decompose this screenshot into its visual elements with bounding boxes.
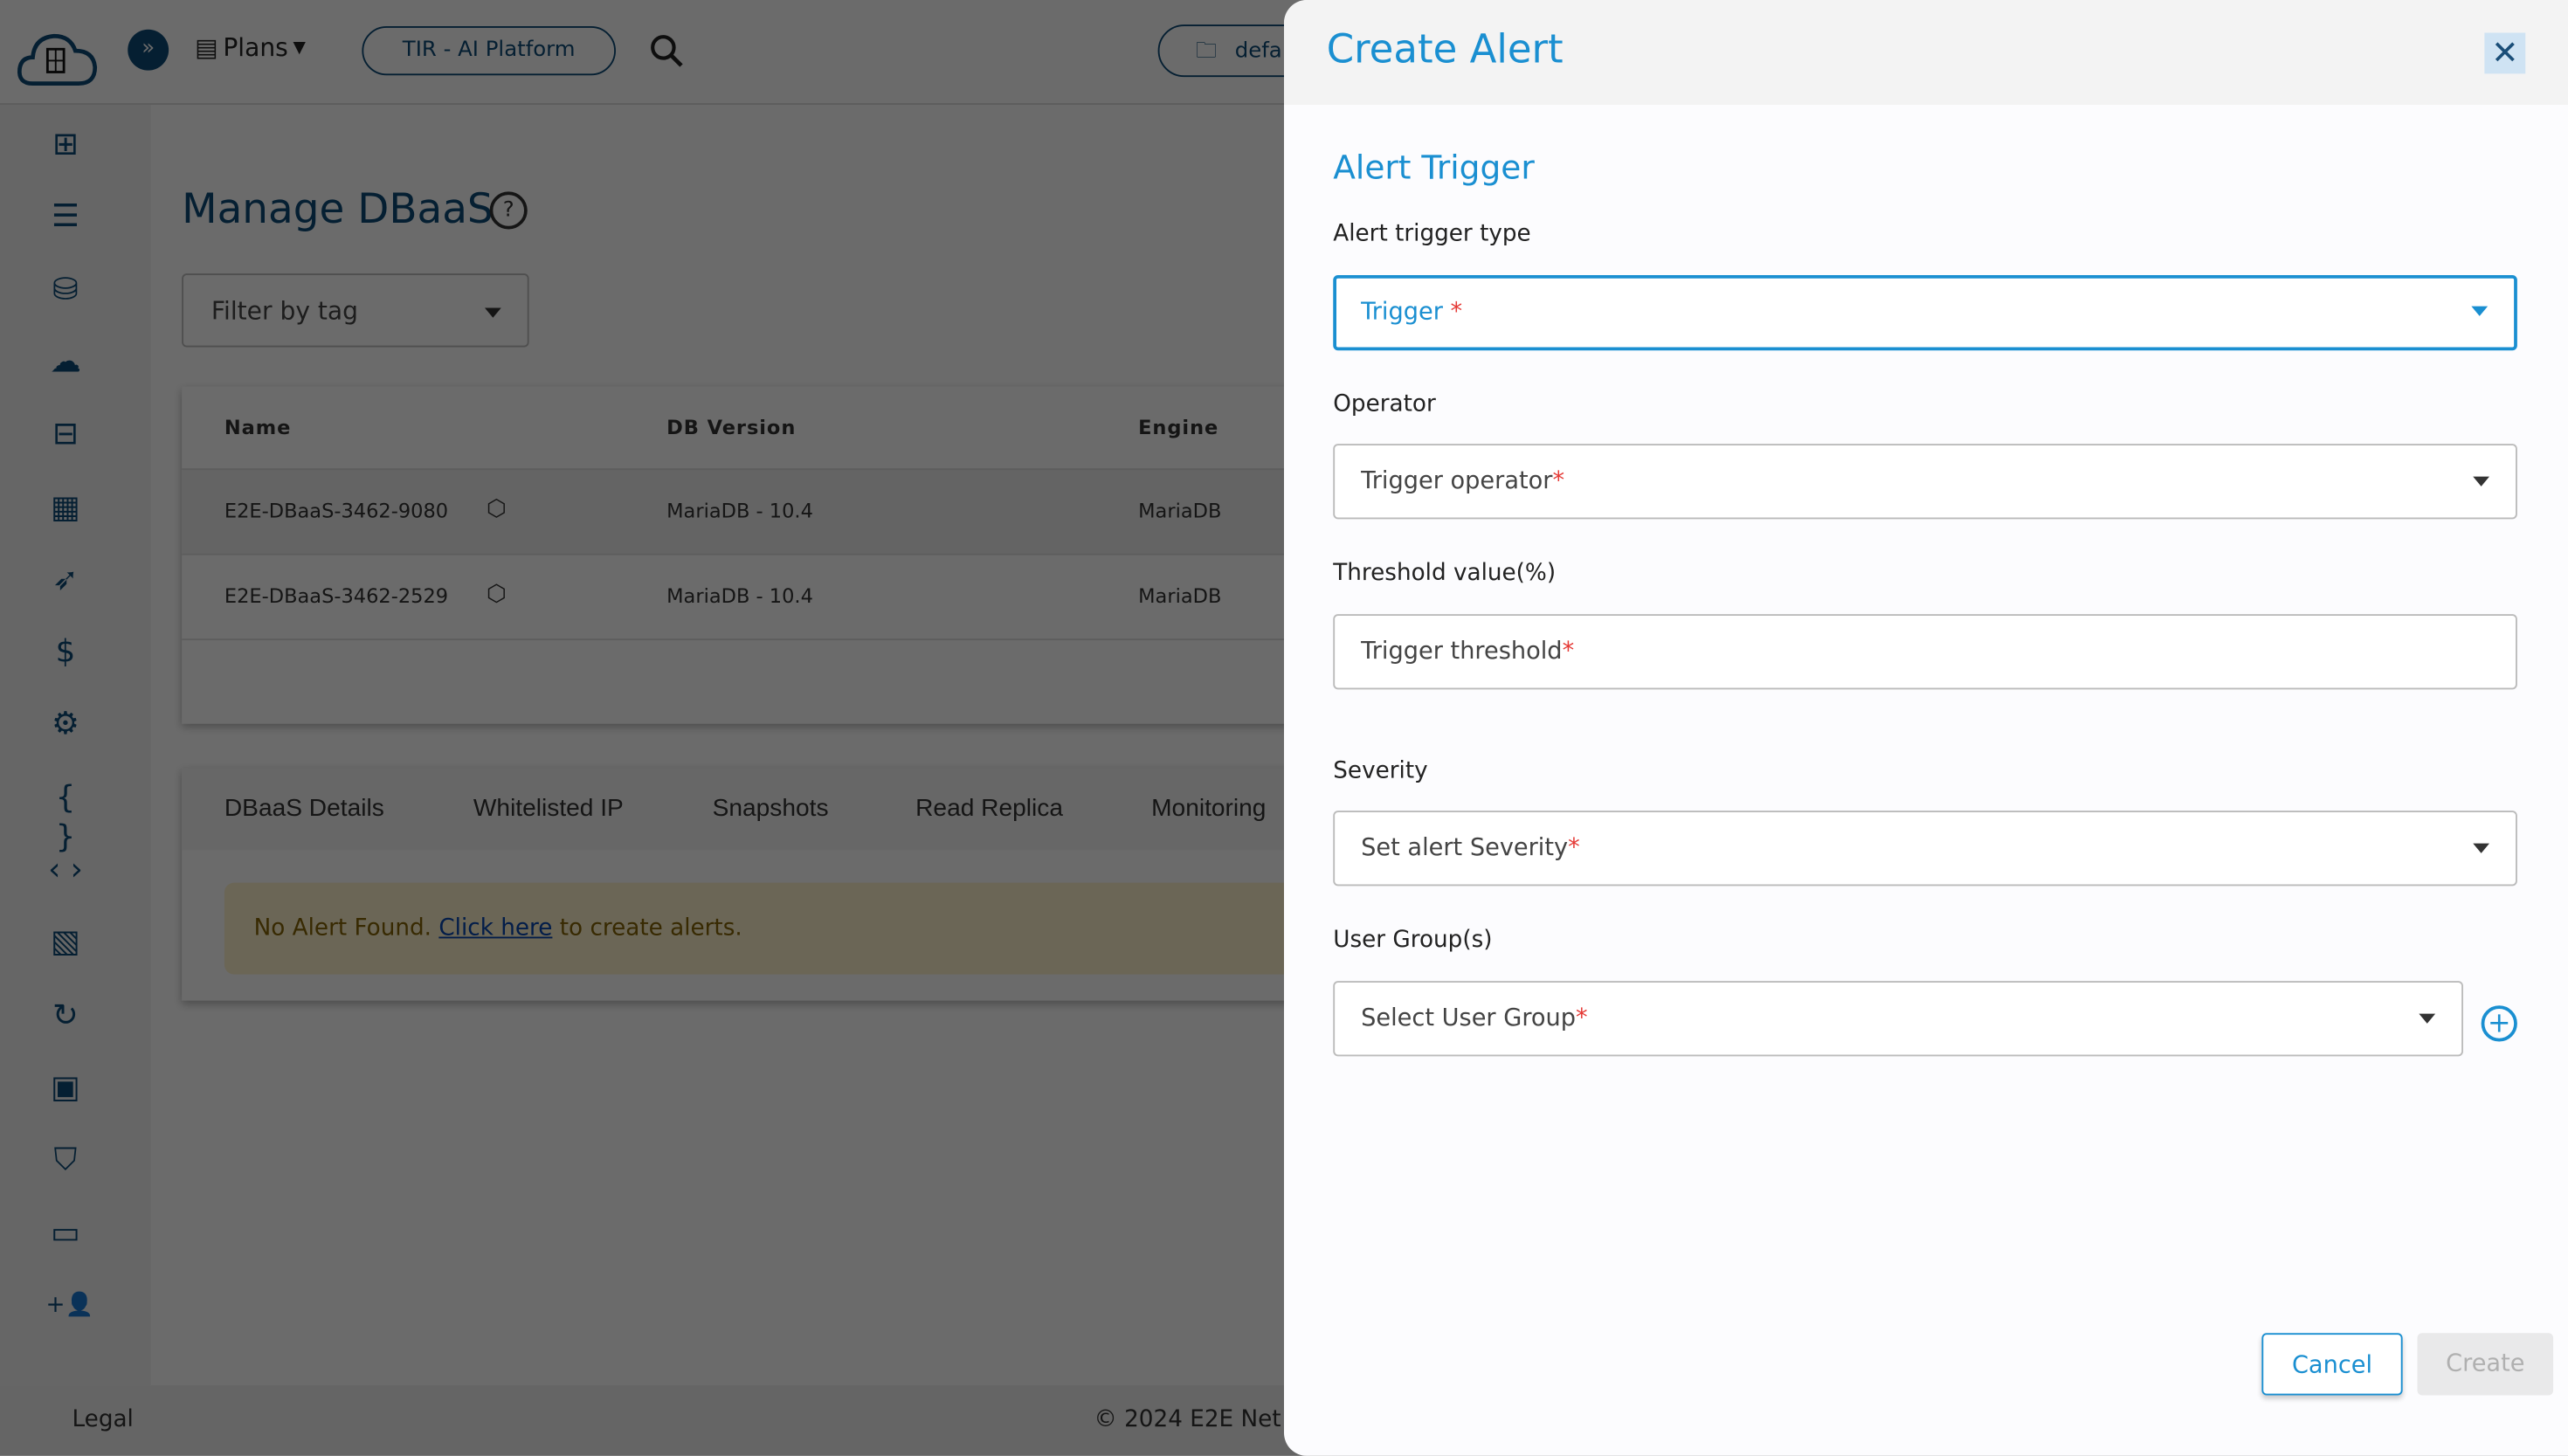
tab-dbaas-details[interactable]: DBaaS Details	[224, 794, 384, 822]
sidebar: ⊞ ☰ ⛁ ☁ ⊟ ▦ ➶ $ ⚙ { } ‹ › ▧ ↻ ▣ ⛉ ▭ +👤	[0, 105, 151, 1386]
create-alert-panel: Create Alert ✕ Alert Trigger Alert trigg…	[1284, 0, 2568, 1456]
image-icon[interactable]: ▣	[46, 1067, 86, 1107]
no-alert-message: No Alert Found. Click here to create ale…	[224, 882, 1371, 975]
tab-monitoring[interactable]: Monitoring	[1151, 794, 1266, 822]
create-button[interactable]: Create	[2417, 1333, 2554, 1396]
code-icon[interactable]: ‹ ›	[46, 850, 86, 889]
database-icon[interactable]: ⛁	[46, 270, 86, 309]
tab-read-replica[interactable]: Read Replica	[915, 794, 1063, 822]
cloud-upload-icon[interactable]: ☁	[46, 342, 86, 382]
add-user-group-icon[interactable]: +	[2481, 1005, 2517, 1042]
close-icon[interactable]: ✕	[2484, 32, 2526, 74]
trigger-type-select[interactable]: Trigger *	[1333, 275, 2517, 351]
rocket-icon[interactable]: ➶	[46, 560, 86, 599]
operator-label: Operator	[1333, 391, 1436, 418]
caret-down-icon	[485, 307, 501, 327]
add-user-icon[interactable]: +👤	[46, 1285, 94, 1324]
search-icon[interactable]	[649, 33, 685, 69]
filter-by-tag-select[interactable]: Filter by tag	[182, 273, 529, 348]
dashboard-icon[interactable]: ⊞	[46, 125, 86, 164]
panel-title: Create Alert	[1326, 26, 1564, 72]
cancel-button[interactable]: Cancel	[2261, 1333, 2403, 1396]
tir-platform-button[interactable]: TIR - AI Platform	[362, 26, 616, 76]
copyright: © 2024 E2E Net	[1094, 1406, 1281, 1433]
table-row[interactable]: E2E-DBaaS-3462-9080 ⬡ MariaDB - 10.4 Mar…	[182, 468, 1362, 555]
e2e-cloud-logo[interactable]	[17, 28, 99, 87]
plans-icon: ▤	[195, 32, 218, 63]
caret-down-icon	[2471, 306, 2489, 325]
user-group-select[interactable]: Select User Group*	[1333, 981, 2463, 1057]
create-alert-link[interactable]: Click here	[438, 915, 552, 942]
threshold-label: Threshold value(%)	[1333, 560, 1557, 587]
document-icon[interactable]: ▧	[46, 922, 86, 962]
user-group-label: User Group(s)	[1333, 927, 1493, 954]
network-icon[interactable]: ⊟	[46, 415, 86, 454]
caret-down-icon	[2473, 843, 2489, 862]
details-tabs: DBaaS Details Whitelisted IP Snapshots R…	[182, 768, 1371, 1001]
help-icon[interactable]: ?	[489, 191, 528, 230]
section-title: Alert Trigger	[1333, 147, 1535, 187]
column-header-engine: Engine	[1138, 416, 1219, 439]
column-header-db-version: DB Version	[666, 416, 797, 439]
plans-menu[interactable]: ▤ Plans ▼	[195, 33, 306, 63]
folder-icon: 🗀	[1195, 39, 1218, 65]
severity-select[interactable]: Set alert Severity*	[1333, 811, 2517, 887]
column-header-name: Name	[224, 416, 292, 439]
page-title: Manage DBaaS	[182, 184, 494, 233]
expand-sidebar-button[interactable]: »	[128, 29, 169, 71]
table-divider	[182, 638, 1362, 641]
chevron-down-icon: ▼	[293, 38, 306, 57]
caret-down-icon	[2473, 476, 2489, 495]
dbaas-table: Name DB Version Engine E2E-DBaaS-3462-90…	[182, 386, 1362, 724]
nodes-icon[interactable]: ☰	[46, 197, 86, 237]
billing-icon[interactable]: $	[46, 632, 86, 672]
legal-link[interactable]: Legal	[72, 1407, 134, 1433]
refresh-icon[interactable]: ↻	[46, 995, 86, 1034]
table-row[interactable]: E2E-DBaaS-3462-2529 ⬡ MariaDB - 10.4 Mar…	[182, 553, 1362, 640]
tab-snapshots[interactable]: Snapshots	[713, 794, 829, 822]
trigger-type-label: Alert trigger type	[1333, 221, 1531, 248]
tag-icon[interactable]: ⬡	[487, 496, 507, 522]
grid-icon[interactable]: ▦	[46, 487, 86, 527]
monitor-icon[interactable]: ▭	[46, 1212, 86, 1252]
severity-label: Severity	[1333, 758, 1428, 785]
security-icon[interactable]: ⛉	[46, 1140, 86, 1179]
caret-down-icon	[2419, 1013, 2436, 1032]
threshold-input[interactable]: Trigger threshold*	[1333, 614, 2517, 690]
settings-icon[interactable]: ⚙	[46, 705, 86, 744]
tab-whitelisted-ip[interactable]: Whitelisted IP	[473, 794, 624, 822]
operator-select[interactable]: Trigger operator*	[1333, 444, 2517, 520]
braces-icon[interactable]: { }	[46, 777, 86, 854]
tag-icon[interactable]: ⬡	[487, 582, 507, 608]
